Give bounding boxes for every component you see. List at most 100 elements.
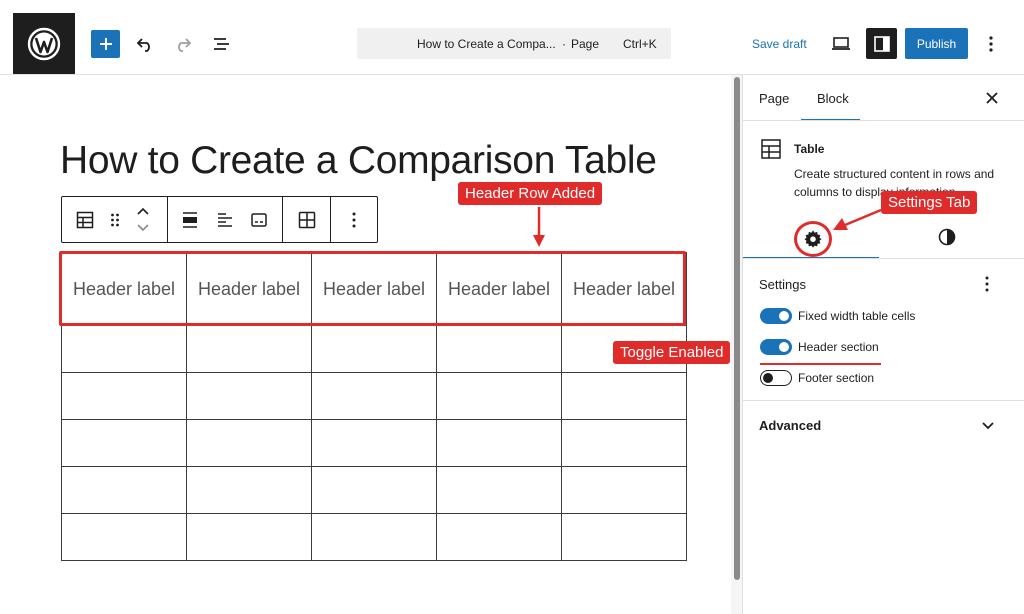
table-cell[interactable] bbox=[61, 419, 187, 467]
edit-table-button[interactable] bbox=[294, 207, 320, 233]
settings-tab-highlight bbox=[794, 221, 832, 257]
table-row bbox=[61, 325, 687, 373]
drag-handle[interactable] bbox=[102, 207, 128, 233]
redo-button[interactable] bbox=[169, 30, 197, 58]
tab-page[interactable]: Page bbox=[759, 91, 789, 106]
table-cell[interactable] bbox=[561, 466, 687, 514]
header-section-toggle-row[interactable]: Header section bbox=[760, 337, 879, 357]
table-header-cell[interactable]: Header label bbox=[561, 252, 687, 326]
fixed-width-toggle-row[interactable]: Fixed width table cells bbox=[760, 306, 915, 326]
editor-header: How to Create a Compa... · Page Ctrl+K S… bbox=[0, 0, 1024, 75]
comparison-table[interactable]: Header label Header label Header label H… bbox=[61, 252, 687, 561]
contrast-icon bbox=[938, 228, 956, 246]
table-icon bbox=[761, 139, 781, 159]
table-cell[interactable] bbox=[436, 466, 562, 514]
footer-section-toggle-row[interactable]: Footer section bbox=[760, 368, 874, 388]
move-block-buttons[interactable] bbox=[130, 201, 156, 237]
header-toggle-underline bbox=[760, 363, 881, 365]
publish-button[interactable]: Publish bbox=[905, 28, 968, 59]
tabs-divider bbox=[743, 120, 1024, 121]
table-header-cell[interactable]: Header label bbox=[436, 252, 562, 326]
table-header-cell[interactable]: Header label bbox=[186, 252, 312, 326]
editor-canvas[interactable]: How to Create a Comparison Table Header … bbox=[0, 75, 742, 614]
wordpress-icon bbox=[27, 27, 61, 60]
save-draft-button[interactable]: Save draft bbox=[752, 37, 807, 51]
settings-options-button[interactable] bbox=[977, 272, 997, 296]
left-arrow-icon bbox=[833, 208, 882, 230]
undo-button[interactable] bbox=[131, 30, 159, 58]
down-arrow-icon bbox=[533, 207, 545, 247]
toolbar-separator bbox=[167, 197, 168, 242]
caption-button[interactable] bbox=[246, 207, 272, 233]
table-row bbox=[61, 513, 687, 561]
post-title[interactable]: How to Create a Comparison Table bbox=[60, 139, 657, 183]
table-cell[interactable] bbox=[311, 372, 437, 420]
table-cell[interactable] bbox=[61, 325, 187, 373]
column-align-button[interactable] bbox=[212, 207, 238, 233]
table-cell[interactable] bbox=[186, 325, 312, 373]
wordpress-logo[interactable] bbox=[13, 13, 75, 74]
toolbar-separator bbox=[330, 197, 331, 242]
align-full-icon bbox=[183, 212, 197, 228]
footer-section-toggle[interactable] bbox=[760, 370, 792, 386]
title-separator: · bbox=[562, 37, 566, 51]
table-cell[interactable] bbox=[436, 419, 562, 467]
table-cell[interactable] bbox=[311, 513, 437, 561]
table-cell[interactable] bbox=[436, 325, 562, 373]
document-type: Page bbox=[571, 37, 600, 51]
toolbar-separator bbox=[282, 197, 283, 242]
keyboard-shortcut: Ctrl+K bbox=[623, 37, 657, 51]
kebab-icon bbox=[989, 36, 993, 52]
table-header-cell[interactable]: Header label bbox=[61, 252, 187, 326]
table-cell[interactable] bbox=[561, 419, 687, 467]
table-cell[interactable] bbox=[436, 372, 562, 420]
table-cell[interactable] bbox=[186, 466, 312, 514]
sidebar-icon bbox=[873, 35, 890, 52]
table-cell[interactable] bbox=[436, 513, 562, 561]
laptop-icon bbox=[832, 37, 850, 50]
preview-button[interactable] bbox=[826, 30, 856, 58]
options-button[interactable] bbox=[978, 30, 1004, 58]
tab-block[interactable]: Block bbox=[817, 91, 849, 106]
toggle-callout: Toggle Enabled bbox=[613, 341, 731, 364]
close-sidebar-button[interactable] bbox=[981, 87, 1003, 109]
table-header-cell[interactable]: Header label bbox=[311, 252, 437, 326]
advanced-divider bbox=[743, 400, 1024, 401]
table-cell[interactable] bbox=[186, 372, 312, 420]
move-up-down-icon bbox=[137, 207, 149, 232]
settings-sidebar-toggle[interactable] bbox=[866, 28, 897, 59]
fixed-width-toggle[interactable] bbox=[760, 308, 792, 324]
header-row-callout: Header Row Added bbox=[458, 182, 603, 205]
block-options-button[interactable] bbox=[341, 207, 367, 233]
document-overview-button[interactable] bbox=[208, 30, 236, 58]
add-block-button[interactable] bbox=[91, 30, 120, 58]
canvas-scrollbar-thumb[interactable] bbox=[734, 77, 740, 580]
table-cell[interactable] bbox=[311, 325, 437, 373]
redo-icon bbox=[178, 38, 192, 52]
chevron-down-icon[interactable] bbox=[980, 417, 996, 433]
kebab-icon bbox=[985, 276, 989, 292]
plus-icon bbox=[99, 38, 112, 50]
table-cell[interactable] bbox=[561, 513, 687, 561]
command-palette-bar[interactable]: How to Create a Compa... · Page Ctrl+K bbox=[357, 28, 671, 59]
table-cell[interactable] bbox=[61, 513, 187, 561]
table-cell[interactable] bbox=[186, 419, 312, 467]
table-cell[interactable] bbox=[311, 419, 437, 467]
header-section-toggle[interactable] bbox=[760, 339, 792, 355]
table-cell[interactable] bbox=[61, 466, 187, 514]
toggle-label: Footer section bbox=[798, 371, 875, 385]
table-cell[interactable] bbox=[61, 372, 187, 420]
block-toolbar bbox=[61, 196, 378, 243]
kebab-icon bbox=[352, 212, 356, 228]
align-button[interactable] bbox=[177, 207, 203, 233]
table-row bbox=[61, 419, 687, 467]
block-type-button[interactable] bbox=[72, 207, 98, 233]
align-left-icon bbox=[218, 213, 232, 227]
table-body bbox=[61, 325, 687, 561]
settings-panel-title: Settings bbox=[759, 277, 806, 292]
tab-styles[interactable] bbox=[934, 224, 960, 250]
table-cell[interactable] bbox=[311, 466, 437, 514]
table-cell[interactable] bbox=[561, 372, 687, 420]
advanced-panel-toggle[interactable]: Advanced bbox=[759, 418, 821, 433]
table-cell[interactable] bbox=[186, 513, 312, 561]
